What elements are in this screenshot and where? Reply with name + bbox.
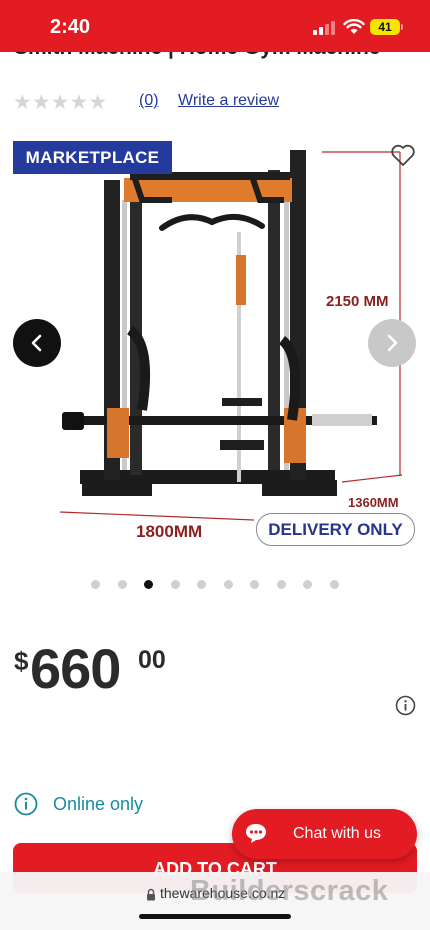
chat-label: Chat with us (293, 825, 382, 842)
price-whole: 660 (30, 637, 121, 700)
lock-icon (147, 888, 155, 901)
dimension-width: 1800MM (136, 522, 202, 541)
dimension-depth: 1360MM (348, 495, 399, 510)
info-icon[interactable] (395, 695, 416, 716)
price-currency: $ (14, 646, 29, 676)
carousel-dot[interactable] (91, 580, 100, 589)
star-icon: ★ (69, 91, 89, 114)
chat-bubble-icon (246, 824, 266, 843)
star-icon: ★ (13, 91, 32, 114)
status-time: 2:40 (50, 16, 91, 38)
carousel-dot[interactable] (303, 580, 312, 589)
carousel-dot[interactable] (250, 580, 259, 589)
watermark-logo: Builderscrack (190, 875, 389, 907)
star-icon: ★ (31, 91, 51, 114)
rating-stars[interactable]: ★★★★★ (13, 90, 107, 115)
chat-button[interactable]: Chat with us (232, 809, 417, 859)
chevron-right-icon (387, 334, 398, 352)
write-review-link[interactable]: Write a review (178, 92, 279, 110)
carousel-dot[interactable] (223, 580, 233, 589)
wifi-icon (343, 19, 365, 34)
carousel-dot[interactable] (329, 580, 339, 589)
carousel-dot[interactable] (197, 580, 206, 589)
dimension-height: 2150 MM (326, 293, 389, 310)
marketplace-badge: MARKETPLACE (13, 141, 172, 174)
carousel-prev-button[interactable] (13, 319, 61, 367)
heart-icon[interactable] (390, 143, 416, 167)
cellular-signal-icon (313, 21, 335, 35)
battery-icon: 41 (370, 19, 400, 35)
status-bar: 2:40 41 (0, 0, 430, 52)
carousel-dot[interactable] (170, 580, 180, 589)
carousel-dot-active[interactable] (144, 580, 153, 589)
carousel-dot[interactable] (117, 580, 127, 589)
info-circle-icon (14, 792, 38, 816)
price-cents: 00 (138, 646, 166, 674)
review-count-link[interactable]: (0) (139, 92, 159, 110)
star-icon: ★ (50, 91, 70, 114)
carousel-dot[interactable] (276, 580, 286, 589)
battery-tip (401, 24, 403, 30)
chevron-left-icon (31, 334, 42, 352)
product-image[interactable]: 2150 MM 1360MM 1800MM (22, 140, 417, 550)
home-indicator[interactable] (139, 914, 291, 919)
star-icon: ★ (88, 91, 108, 114)
availability-label: Online only (53, 794, 144, 814)
carousel-next-button[interactable] (368, 319, 416, 367)
delivery-only-badge: DELIVERY ONLY (256, 513, 415, 546)
